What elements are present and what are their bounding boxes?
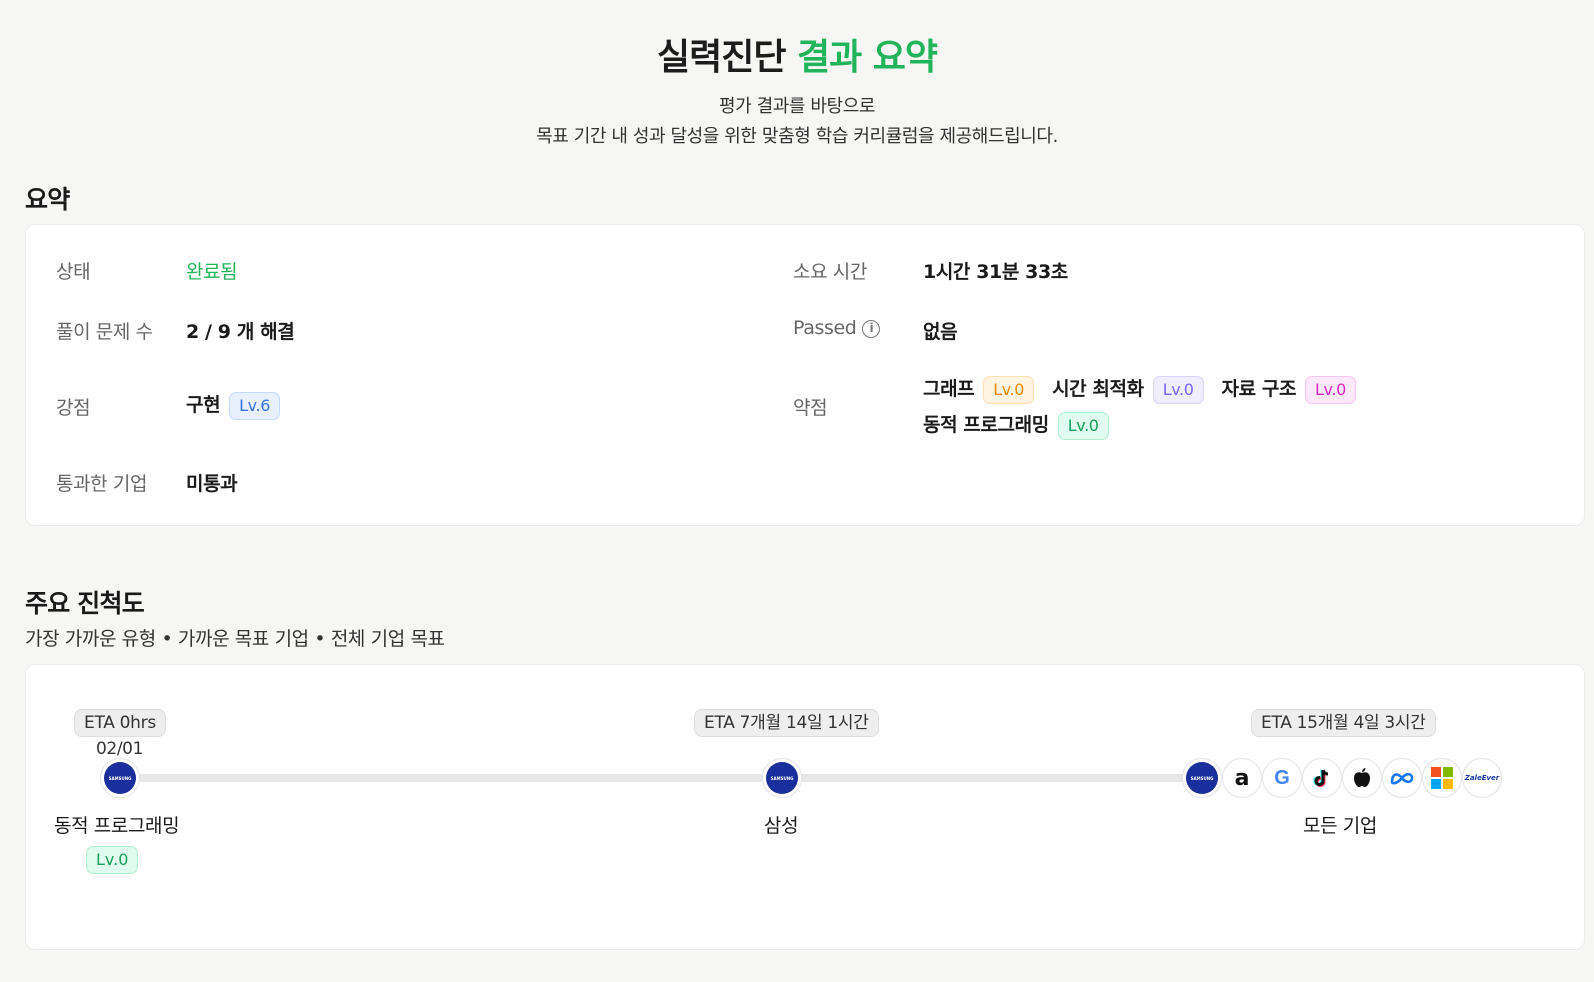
eta-badge: ETA 0hrs: [74, 709, 166, 737]
title-main: 실력진단: [656, 37, 786, 78]
tiktok-logo-icon[interactable]: [1302, 758, 1342, 798]
samsung-wordmark: SAMSUNG: [104, 762, 136, 794]
summary-card: 상태 완료됨 소요 시간 1시간 31분 33초 풀이 문제 수 2 / 9 개…: [25, 224, 1585, 526]
meta-logo-icon[interactable]: [1382, 758, 1422, 798]
google-logo-icon[interactable]: G: [1262, 758, 1302, 798]
weakness-level-badge: Lv.0: [983, 375, 1035, 404]
amazon-logo-icon[interactable]: a: [1222, 758, 1262, 798]
page-header: 실력진단 결과 요약 평가 결과를 바탕으로 목표 기간 내 성과 달성을 위한…: [0, 0, 1594, 152]
milestone-level-badge: Lv.0: [86, 846, 139, 874]
subtitle-line2: 목표 기간 내 성과 달성을 위한 맞춤형 학습 커리큘럼을 제공해드립니다.: [536, 126, 1058, 147]
apple-logo-icon[interactable]: [1342, 758, 1382, 798]
weakness-item: 동적 프로그래밍 Lv.0: [923, 407, 1109, 443]
passed-label-group: Passed i: [793, 317, 881, 339]
weakness-level-badge: Lv.0: [1305, 375, 1356, 404]
weakness-item: 그래프 Lv.0: [923, 371, 1035, 407]
passed-label: Passed: [793, 317, 857, 339]
samsung-wordmark: SAMSUNG: [1186, 762, 1218, 794]
eta-badge: ETA 15개월 4일 3시간: [1251, 709, 1436, 737]
eta-badge: ETA 7개월 14일 1시간: [694, 709, 879, 737]
milestone-label: 동적 프로그래밍: [54, 815, 180, 837]
microsoft-logo-icon[interactable]: [1422, 758, 1462, 798]
strength-label: 강점: [56, 397, 91, 419]
status-label: 상태: [56, 261, 91, 283]
weakness-name: 동적 프로그래밍: [923, 414, 1049, 436]
solved-label: 풀이 문제 수: [56, 321, 153, 343]
samsung-logo-icon[interactable]: SAMSUNG: [100, 758, 140, 798]
milestone-label: 삼성: [764, 815, 799, 837]
samsung-logo-icon[interactable]: SAMSUNG: [1182, 758, 1222, 798]
subtitle-line1: 평가 결과를 바탕으로: [718, 96, 876, 117]
info-icon[interactable]: i: [862, 319, 881, 338]
strength-value-group: 구현 Lv.6: [186, 390, 280, 420]
weakness-name: 시간 최적화: [1052, 378, 1144, 400]
strength-value: 구현: [186, 394, 221, 416]
time-label: 소요 시간: [793, 261, 867, 283]
weakness-label: 약점: [793, 397, 828, 419]
weakness-item: 자료 구조 Lv.0: [1222, 371, 1356, 407]
page-title: 실력진단 결과 요약: [0, 36, 1594, 80]
zaleever-logo-icon[interactable]: ZaleEver: [1462, 758, 1502, 798]
svg-text:G: G: [1274, 767, 1290, 789]
milestone-label: 모든 기업: [1303, 815, 1377, 837]
solved-value: 2 / 9 개 해결: [186, 321, 295, 343]
weakness-list: 그래프 Lv.0 시간 최적화 Lv.0 자료 구조 Lv.0 동적 프로그래밍 Lv.0: [923, 371, 1543, 443]
samsung-wordmark: SAMSUNG: [766, 762, 798, 794]
weakness-level-badge: Lv.0: [1152, 375, 1204, 404]
milestone-date: 02/01: [96, 739, 143, 759]
title-accent: 결과 요약: [797, 37, 938, 78]
passed-value: 없음: [923, 321, 958, 343]
progress-card: [25, 664, 1585, 950]
progress-subtitle: 가장 가까운 유형 • 가까운 목표 기업 • 전체 기업 목표: [25, 628, 445, 650]
strength-level-badge: Lv.6: [229, 391, 280, 420]
weakness-level-badge: Lv.0: [1057, 411, 1109, 440]
weakness-name: 그래프: [923, 378, 975, 400]
weakness-item: 시간 최적화 Lv.0: [1052, 371, 1204, 407]
progress-section-title: 주요 진척도: [25, 589, 145, 618]
company-label: 통과한 기업: [56, 473, 148, 495]
weakness-name: 자료 구조: [1221, 378, 1297, 400]
samsung-logo-icon[interactable]: SAMSUNG: [762, 758, 802, 798]
status-value: 완료됨: [186, 261, 238, 283]
summary-section-title: 요약: [25, 185, 70, 214]
company-value: 미통과: [186, 473, 238, 495]
time-value: 1시간 31분 33초: [923, 261, 1068, 283]
progress-track: [122, 774, 1222, 782]
